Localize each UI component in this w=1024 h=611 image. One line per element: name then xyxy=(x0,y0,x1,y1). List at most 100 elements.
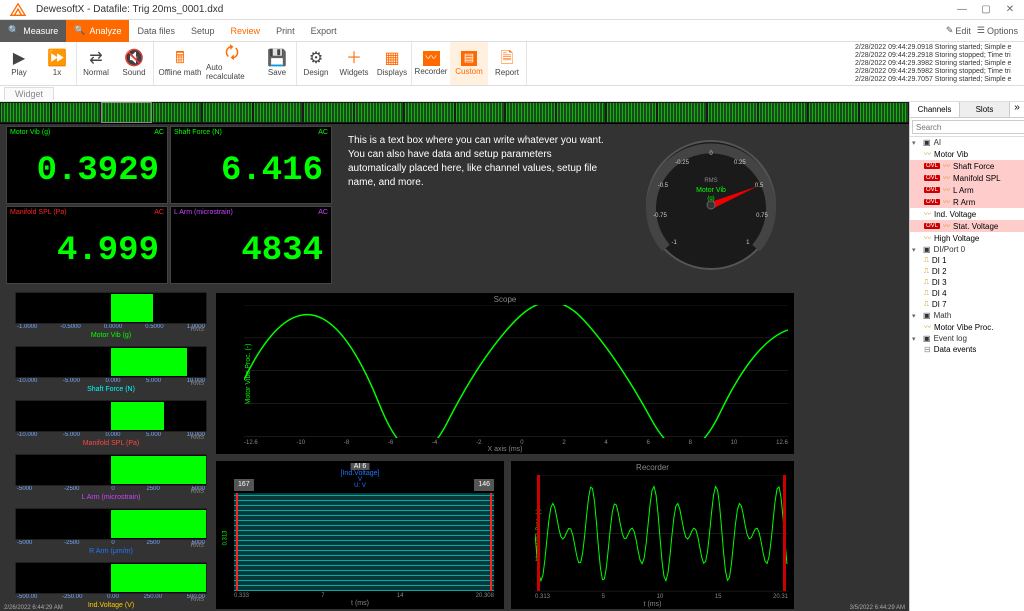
channel-item[interactable]: 〰Motor Vibe Proc. xyxy=(910,321,1024,333)
channel-item[interactable]: OVL 〰 Stat. Voltage xyxy=(910,220,1024,232)
report-display-button[interactable]: 🗎Report xyxy=(488,42,526,85)
custom-display-button[interactable]: ▤Custom xyxy=(450,42,488,85)
options-button[interactable]: ☰Options xyxy=(977,25,1018,36)
meter-channel-label: Shaft Force (N) xyxy=(174,129,222,136)
edit-button[interactable]: ✎Edit xyxy=(946,25,971,36)
analog-gauge[interactable]: RMS Motor Vib (g) -1-0.75-0.5-0.2500.250… xyxy=(628,126,794,284)
fast-forward-icon: ⏩ xyxy=(47,51,67,67)
chevron-down-icon: ▾ xyxy=(912,246,920,254)
recorder-display[interactable]: Recorder Motor Vibe Proc. (-) 0.31351015… xyxy=(510,460,795,610)
meter-value: 0.3929 xyxy=(7,138,167,203)
bar-meter[interactable]: RMS -1.0000-0.50000.00000.50001.0000 Mot… xyxy=(15,292,207,344)
bar-meter-label: L Arm (microstrain) xyxy=(15,494,207,501)
vector-scope-display[interactable]: AI 6 [Ind.Voltage] V U: V 167 146 0.313 … xyxy=(215,460,505,610)
meter-mode: AC xyxy=(318,209,328,216)
window-close-icon[interactable]: ✕ xyxy=(1004,4,1016,16)
bar-meter[interactable]: RMS -500.00-250.000.00250.00500.00 Ind.V… xyxy=(15,562,207,611)
tab-print[interactable]: Print xyxy=(268,20,303,42)
toolbar: ▶Play ⏩1x ⇄Normal 🔇Sound 🖩Offline math 🗘… xyxy=(0,42,1024,86)
digital-icon: ⎍ xyxy=(924,290,929,298)
bar-meter[interactable]: RMS -10.000-5.0000.0005.00010.000 Manifo… xyxy=(15,400,207,452)
sidebar-collapse-icon[interactable]: » xyxy=(1010,102,1024,117)
tab-review[interactable]: Review xyxy=(223,20,269,42)
tab-setup[interactable]: Setup xyxy=(183,20,223,42)
event-log-preview: 2/28/2022 09:44:29.0918 Storing started;… xyxy=(854,43,1024,85)
bar-meter-label: Shaft Force (N) xyxy=(15,386,207,393)
window-minimize-icon[interactable]: — xyxy=(956,4,968,16)
digital-meter[interactable]: Manifold SPL (Pa)AC 4.999 xyxy=(6,206,168,284)
scope-display[interactable]: Scope Motor Vibe Proc. (-) -12.6-10-8-6-… xyxy=(215,292,795,455)
channel-item[interactable]: OVL 〰 Manifold SPL xyxy=(910,172,1024,184)
tree-group-ai[interactable]: ▾▣AI xyxy=(910,137,1024,148)
folder-icon: ▣ xyxy=(923,334,931,343)
chart-icon: ▤ xyxy=(461,51,477,66)
vect-xticks: 0.33371420.308 xyxy=(234,593,494,599)
svg-text:0.75: 0.75 xyxy=(756,213,768,219)
channel-item[interactable]: ⎍DI 7 xyxy=(910,299,1024,310)
bar-meter-label: Manifold SPL (Pa) xyxy=(15,440,207,447)
design-button[interactable]: ⚙Design xyxy=(297,42,335,85)
menu-icon: ☰ xyxy=(977,25,985,36)
sidebar-tab-slots[interactable]: Slots xyxy=(960,102,1010,117)
tree-group-di[interactable]: ▾▣DI/Port 0 xyxy=(910,244,1024,255)
channel-item[interactable]: OVL 〰 L Arm xyxy=(910,184,1024,196)
normal-button[interactable]: ⇄Normal xyxy=(77,42,115,85)
channel-item[interactable]: 〰 High Voltage xyxy=(910,232,1024,244)
bar-meter-label: Ind.Voltage (V) xyxy=(15,602,207,609)
overload-badge: OVL xyxy=(924,187,940,193)
channel-search-input[interactable] xyxy=(912,120,1024,134)
speed-button[interactable]: ⏩1x xyxy=(38,42,76,85)
sound-button[interactable]: 🔇Sound xyxy=(115,42,153,85)
digital-icon: ⎍ xyxy=(924,301,929,309)
channel-item[interactable]: ⎍DI 2 xyxy=(910,266,1024,277)
svg-text:-1: -1 xyxy=(672,240,678,246)
channel-item[interactable]: OVL 〰 R Arm xyxy=(910,196,1024,208)
auto-recalc-button[interactable]: 🗘Auto recalculate xyxy=(206,42,258,85)
folder-icon: ▣ xyxy=(923,245,931,254)
channel-item[interactable]: ⊟Data events xyxy=(910,344,1024,355)
tab-data-files[interactable]: Data files xyxy=(129,20,183,42)
sidebar-tab-channels[interactable]: Channels xyxy=(910,102,960,117)
signal-icon: 〰 xyxy=(943,173,950,183)
meter-channel-label: Motor Vib (g) xyxy=(10,129,50,136)
bar-meter[interactable]: RMS -10.000-5.0000.0005.00010.000 Shaft … xyxy=(15,346,207,398)
meter-value: 4834 xyxy=(171,218,331,283)
bar-meter[interactable]: RMS -5000-2500025005000 R Arm (μm/m) xyxy=(15,508,207,560)
signal-icon: 〰 xyxy=(943,221,950,231)
signal-icon: 〰 xyxy=(924,322,931,332)
svg-text:0.25: 0.25 xyxy=(734,160,746,166)
channel-item[interactable]: 〰 Ind. Voltage xyxy=(910,208,1024,220)
tree-group-math[interactable]: ▾▣Math xyxy=(910,310,1024,321)
digital-meter[interactable]: Motor Vib (g)AC 0.3929 xyxy=(6,126,168,204)
displays-button[interactable]: ▦Displays xyxy=(373,42,411,85)
window-maximize-icon[interactable]: ▢ xyxy=(980,4,992,16)
channel-item[interactable]: ⎍DI 4 xyxy=(910,288,1024,299)
overload-badge: OVL xyxy=(924,175,940,181)
meter-mode: AC xyxy=(154,209,164,216)
time-overview-strip[interactable]: 2/26/2022 6:44:29 AM 3/5/2022 6:44:29 AM xyxy=(0,102,909,124)
widget-tab-strip: Widget xyxy=(0,86,1024,102)
digital-meter[interactable]: L Arm (microstrain)AC 4834 xyxy=(170,206,332,284)
save-button[interactable]: 💾Save xyxy=(258,42,296,85)
bar-meter[interactable]: RMS -5000-2500025005000 L Arm (microstra… xyxy=(15,454,207,506)
info-textbox[interactable]: This is a text box where you can write w… xyxy=(340,126,620,284)
tab-analyze[interactable]: 🔍 Analyze xyxy=(66,20,129,42)
widget-tab[interactable]: Widget xyxy=(4,87,54,100)
chevron-down-icon: ▾ xyxy=(912,139,920,147)
overload-badge: OVL xyxy=(924,199,940,205)
play-button[interactable]: ▶Play xyxy=(0,42,38,85)
tab-measure[interactable]: 🔍 Measure xyxy=(0,20,66,42)
overload-badge: OVL xyxy=(924,223,940,229)
channel-item[interactable]: ⎍DI 1 xyxy=(910,255,1024,266)
recorder-display-button[interactable]: 〰Recorder xyxy=(412,42,450,85)
ribbon-tabs: 🔍 Measure 🔍 Analyze Data files Setup Rev… xyxy=(0,20,1024,42)
digital-meter[interactable]: Shaft Force (N)AC 6.416 xyxy=(170,126,332,204)
offline-math-button[interactable]: 🖩Offline math xyxy=(154,42,206,85)
tree-group-events[interactable]: ▾▣Event log xyxy=(910,333,1024,344)
channel-item[interactable]: OVL 〰 Shaft Force xyxy=(910,160,1024,172)
channel-item[interactable]: ⎍DI 3 xyxy=(910,277,1024,288)
widgets-button[interactable]: ＋Widgets xyxy=(335,42,373,85)
channel-item[interactable]: 〰 Motor Vib xyxy=(910,148,1024,160)
display-canvas: 2/26/2022 6:44:29 AM 3/5/2022 6:44:29 AM… xyxy=(0,102,909,611)
tab-export[interactable]: Export xyxy=(303,20,345,42)
